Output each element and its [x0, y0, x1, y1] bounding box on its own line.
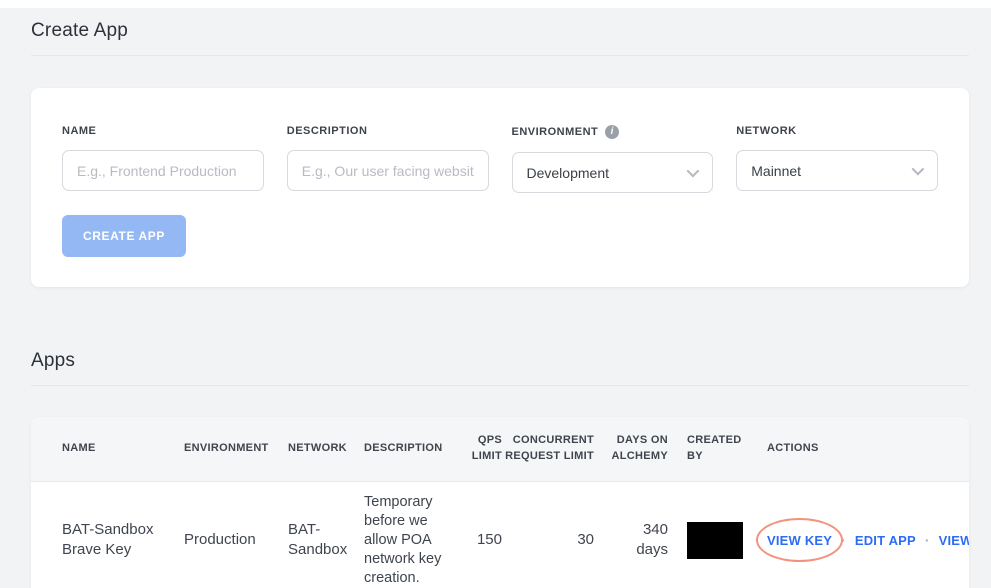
- action-separator: ·: [924, 532, 930, 548]
- created-by-redacted-box: [687, 521, 743, 559]
- header-created-by: CREATED BY: [687, 434, 742, 462]
- apps-title: Apps: [31, 350, 76, 371]
- header-network: NETWORK: [288, 442, 347, 455]
- description-input[interactable]: [286, 150, 489, 191]
- view-key-link[interactable]: VIEW KEY: [767, 533, 832, 548]
- action-separator: ·: [841, 532, 846, 548]
- network-label: NETWORK: [736, 125, 797, 137]
- header-environment: ENVIRONMENT: [184, 442, 269, 455]
- cell-network: BAT-Sandbox: [288, 521, 348, 558]
- view-key-wrap: VIEW KEY: [756, 517, 844, 562]
- table-row: BAT-Sandbox Brave Key Production BAT-San…: [31, 482, 969, 588]
- chevron-down-icon: [911, 162, 925, 176]
- network-select[interactable]: Mainnet: [736, 150, 938, 191]
- network-field-group: NETWORK Mainnet: [736, 125, 938, 193]
- cell-qps-limit: 150: [476, 531, 502, 548]
- header-name: NAME: [62, 442, 96, 455]
- cell-description: Temporary before we allow POA network ke…: [364, 493, 442, 586]
- cell-app-name: BAT-Sandbox Brave Key: [62, 521, 154, 558]
- cell-concurrent-request-limit: 30: [577, 531, 594, 548]
- environment-label-text: ENVIRONMENT: [511, 126, 599, 138]
- section-divider: [31, 55, 969, 56]
- description-label: DESCRIPTION: [286, 125, 368, 137]
- create-app-title: Create App: [31, 20, 129, 41]
- cell-environment: Production: [184, 531, 256, 548]
- header-actions: ACTIONS: [767, 442, 819, 455]
- environment-field-group: ENVIRONMENT i Development: [511, 125, 714, 193]
- header-days-on-alchemy: DAYS ON ALCHEMY: [611, 434, 668, 462]
- environment-select[interactable]: Development: [511, 152, 714, 193]
- header-description: DESCRIPTION: [364, 442, 443, 455]
- name-field-group: NAME: [62, 125, 264, 193]
- header-qps-limit: QPS LIMIT: [471, 434, 502, 462]
- header-concurrent-request-limit: CONCURRENT REQUEST LIMIT: [505, 434, 594, 462]
- cell-days-on-alchemy: 340 days: [594, 520, 668, 560]
- network-select-value: Mainnet: [751, 162, 802, 179]
- environment-select-value: Development: [526, 164, 610, 181]
- name-input[interactable]: [62, 150, 264, 191]
- apps-table-header: NAME ENVIRONMENT NETWORK DESCRIPTION QPS…: [31, 417, 969, 482]
- apps-table-card: NAME ENVIRONMENT NETWORK DESCRIPTION QPS…: [31, 417, 969, 588]
- create-app-card: NAME DESCRIPTION ENVIRONMENT i Developme…: [31, 88, 969, 287]
- section-divider: [31, 385, 969, 386]
- view-details-link[interactable]: VIEW DETAILS: [939, 533, 969, 548]
- description-field-group: DESCRIPTION: [286, 125, 489, 193]
- info-icon[interactable]: i: [605, 125, 620, 139]
- cell-actions: VIEW KEY · EDIT APP · VIEW DETAILS: [756, 517, 969, 562]
- name-label: NAME: [62, 125, 97, 137]
- chevron-down-icon: [686, 164, 700, 178]
- create-app-form: NAME DESCRIPTION ENVIRONMENT i Developme…: [62, 125, 938, 193]
- edit-app-link[interactable]: EDIT APP: [855, 533, 916, 548]
- environment-label: ENVIRONMENT i: [512, 125, 714, 139]
- create-app-button[interactable]: CREATE APP: [62, 215, 187, 257]
- cell-created-by: [687, 521, 757, 559]
- page: Create App NAME DESCRIPTION ENVIRONMENT …: [0, 20, 991, 588]
- top-strip: [0, 0, 991, 8]
- days-on-alchemy-value: 340 days: [636, 521, 668, 558]
